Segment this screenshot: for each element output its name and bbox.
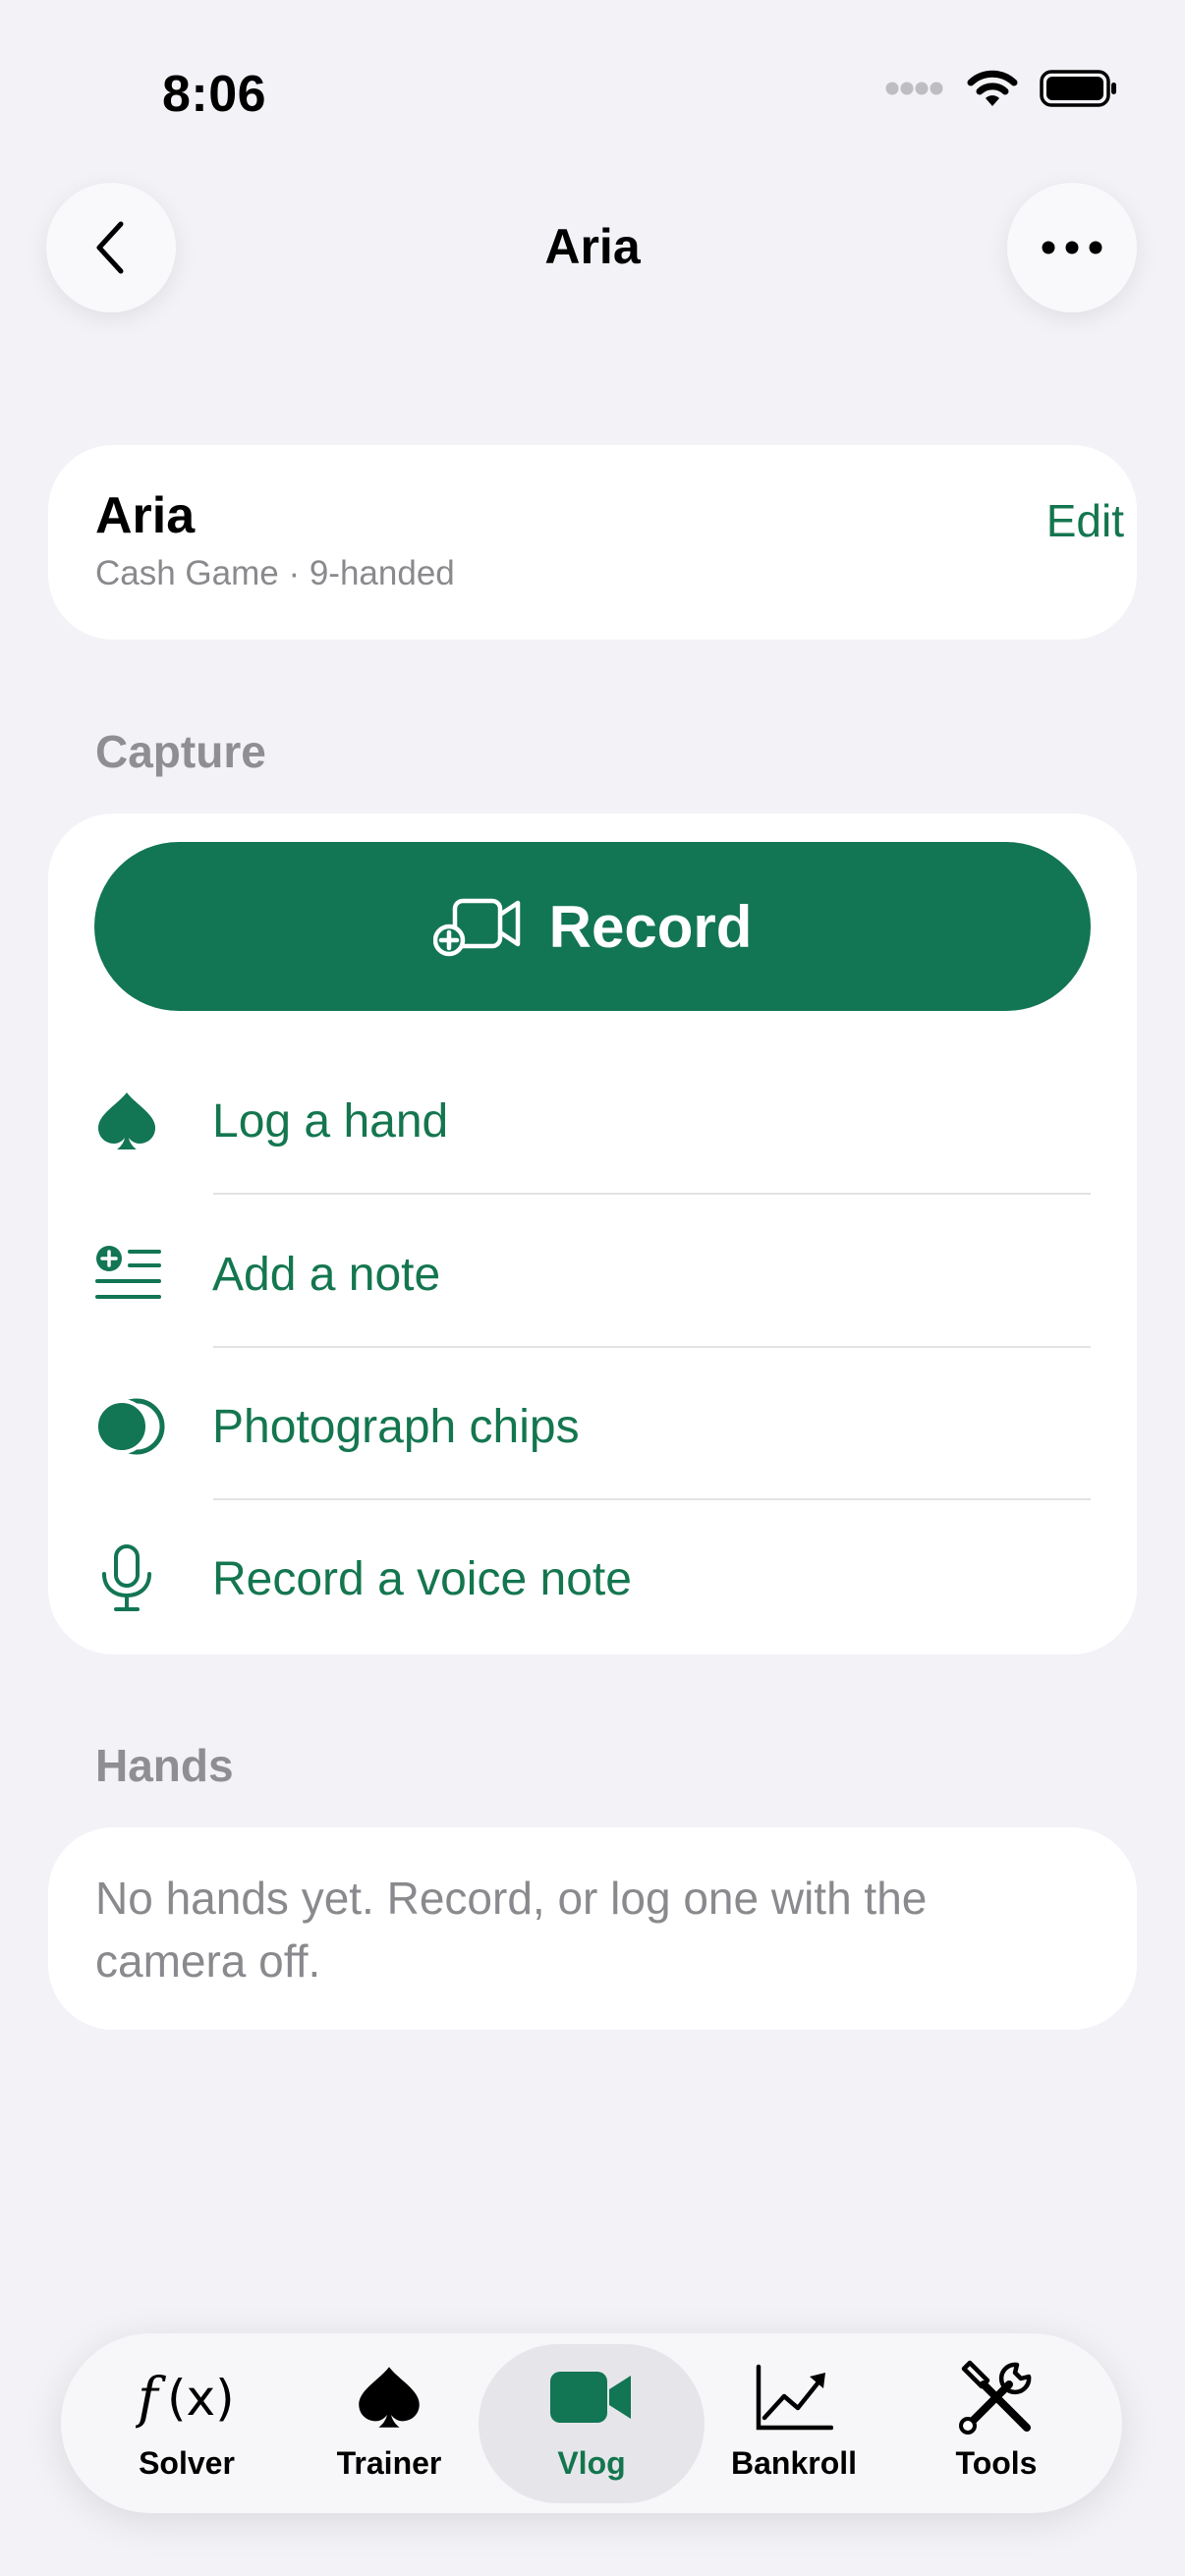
chips-icon (94, 1398, 165, 1455)
video-camera-add-icon (432, 898, 520, 957)
tab-tools[interactable]: Tools (898, 2353, 1095, 2482)
log-hand-row[interactable]: Log a hand (94, 1045, 1091, 1197)
log-hand-label: Log a hand (212, 1094, 449, 1148)
video-camera-icon (550, 2372, 631, 2423)
voice-note-label: Record a voice note (212, 1552, 632, 1605)
wifi-icon (967, 70, 1018, 106)
tab-trainer-label: Trainer (336, 2445, 442, 2481)
ellipsis-icon (1042, 241, 1102, 254)
session-subtitle: Cash Game · 9-handed (95, 554, 455, 592)
edit-button[interactable]: Edit (1046, 494, 1124, 547)
hands-empty-state: No hands yet. Record, or log one with th… (95, 1873, 928, 1987)
hands-section-label: Hands (95, 1740, 234, 1791)
tab-solver[interactable]: f (x) Solver (88, 2353, 285, 2482)
add-note-icon (95, 1246, 161, 1299)
status-icons (884, 69, 1118, 108)
spade-icon (98, 1092, 155, 1149)
more-options-button[interactable] (1007, 183, 1137, 312)
svg-text:(x): (x) (167, 2370, 235, 2427)
session-card (48, 445, 1137, 640)
tab-solver-label: Solver (139, 2445, 235, 2481)
function-icon: f (x) (136, 2367, 235, 2429)
tab-tools-label: Tools (955, 2445, 1038, 2481)
voice-note-row[interactable]: Record a voice note (94, 1503, 1091, 1654)
svg-text:f: f (136, 2367, 167, 2429)
microphone-icon (102, 1544, 151, 1611)
add-note-label: Add a note (212, 1248, 441, 1301)
photograph-chips-row[interactable]: Photograph chips (94, 1351, 1091, 1502)
record-button[interactable]: Record (94, 842, 1091, 1011)
spade-icon (359, 2367, 420, 2428)
tools-icon (959, 2360, 1032, 2435)
photograph-chips-label: Photograph chips (212, 1400, 580, 1453)
tab-vlog[interactable]: Vlog (493, 2353, 690, 2482)
divider (213, 1498, 1091, 1500)
record-label: Record (548, 893, 753, 960)
tab-bankroll-label: Bankroll (730, 2445, 858, 2481)
divider (213, 1193, 1091, 1195)
chart-icon (756, 2364, 833, 2431)
cellular-signal-icon (885, 82, 943, 95)
tab-bankroll[interactable]: Bankroll (696, 2353, 892, 2482)
battery-icon (1040, 70, 1116, 107)
status-time: 8:06 (162, 66, 267, 123)
tab-vlog-label: Vlog (557, 2445, 626, 2481)
tab-trainer[interactable]: Trainer (291, 2353, 487, 2482)
session-name: Aria (95, 487, 196, 544)
capture-section-label: Capture (95, 726, 266, 777)
add-note-row[interactable]: Add a note (94, 1199, 1091, 1350)
divider (213, 1346, 1091, 1348)
